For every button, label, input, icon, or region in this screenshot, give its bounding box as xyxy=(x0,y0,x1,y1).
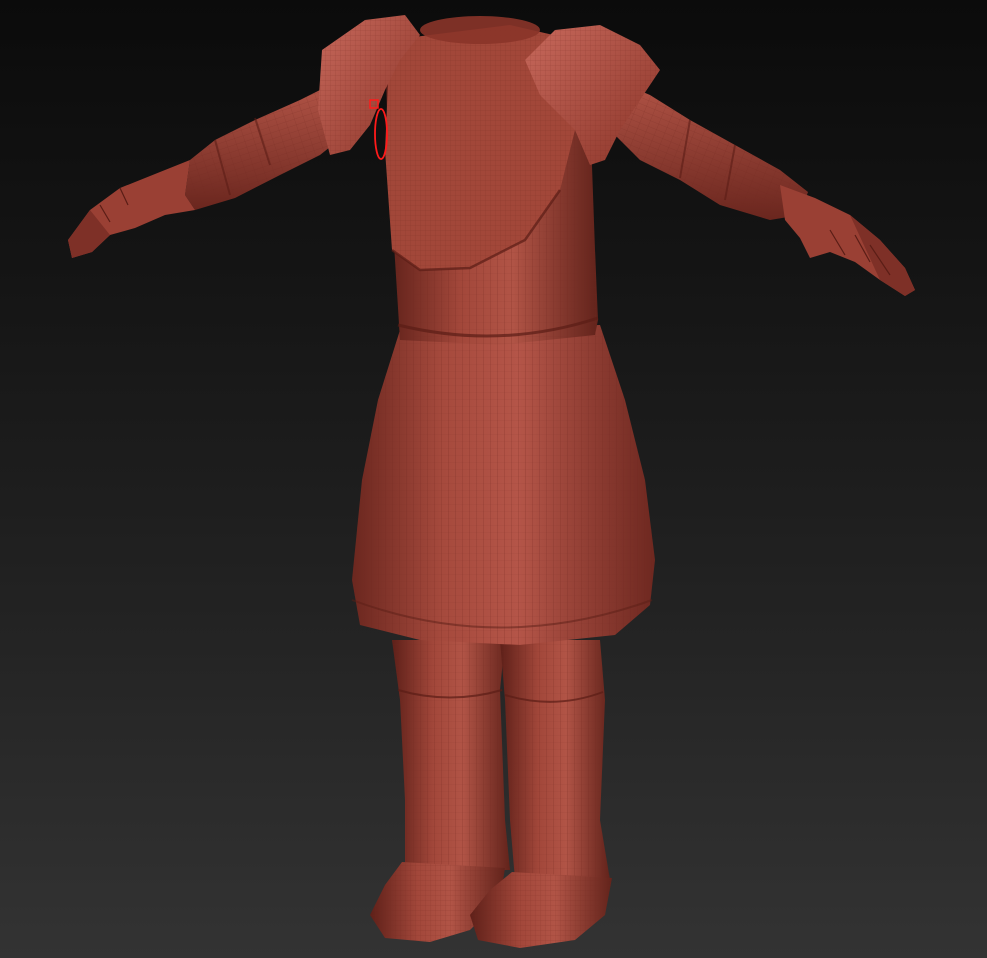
right-hand xyxy=(780,185,915,296)
3d-viewport[interactable] xyxy=(0,0,987,958)
right-arm xyxy=(610,80,808,220)
tunic-skirt xyxy=(351,325,655,645)
brush-cursor-ring xyxy=(374,108,388,160)
headless-character-model[interactable] xyxy=(0,0,987,958)
right-leg xyxy=(500,640,610,880)
left-leg xyxy=(392,640,510,870)
left-hand xyxy=(68,160,195,258)
